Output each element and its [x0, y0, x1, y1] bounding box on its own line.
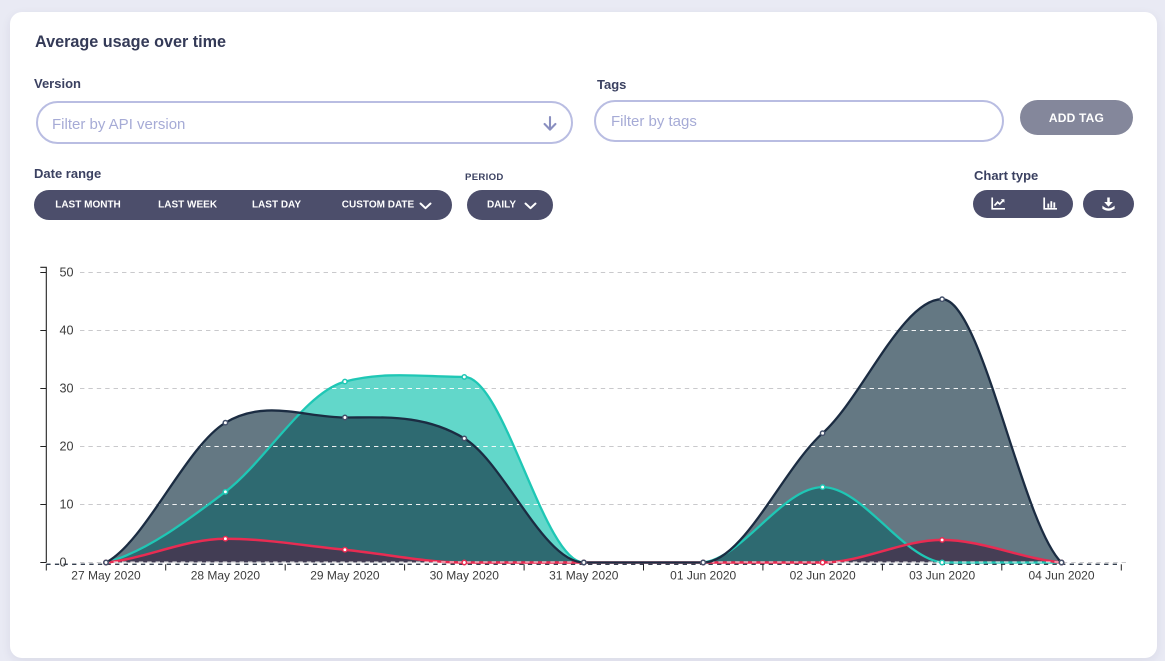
svg-text:29 May 2020: 29 May 2020: [310, 569, 380, 583]
svg-text:04 Jun 2020: 04 Jun 2020: [1028, 569, 1094, 583]
svg-text:20: 20: [60, 440, 74, 454]
svg-text:27 May 2020: 27 May 2020: [71, 569, 141, 583]
svg-text:0: 0: [60, 556, 67, 570]
svg-text:30 May 2020: 30 May 2020: [430, 569, 500, 583]
svg-text:40: 40: [60, 324, 74, 338]
svg-text:10: 10: [60, 498, 74, 512]
svg-text:50: 50: [60, 266, 74, 280]
svg-text:28 May 2020: 28 May 2020: [191, 569, 261, 583]
svg-text:31 May 2020: 31 May 2020: [549, 569, 619, 583]
svg-text:30: 30: [60, 382, 74, 396]
svg-text:02 Jun 2020: 02 Jun 2020: [790, 569, 856, 583]
svg-text:03 Jun 2020: 03 Jun 2020: [909, 569, 975, 583]
svg-text:01 Jun 2020: 01 Jun 2020: [670, 569, 736, 583]
